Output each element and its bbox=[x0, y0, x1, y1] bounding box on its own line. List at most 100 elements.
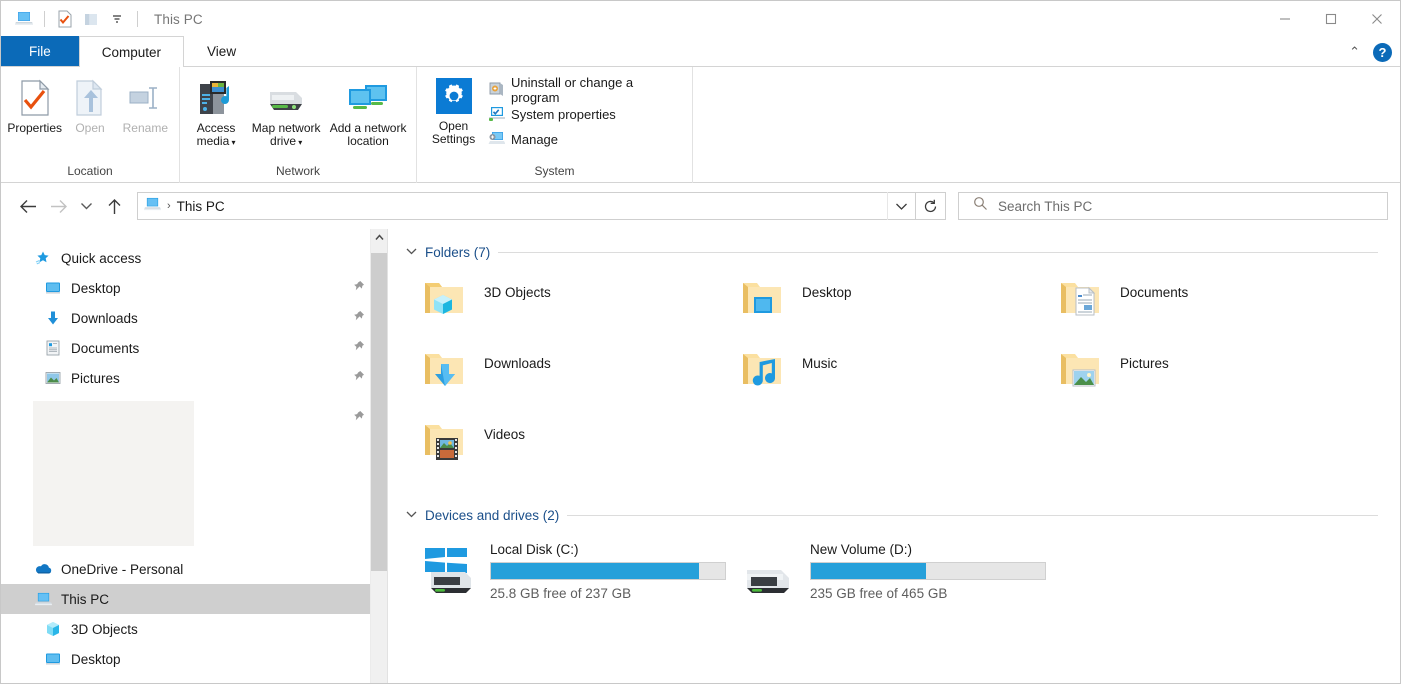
breadcrumb-separator[interactable]: › bbox=[167, 200, 171, 212]
group-title: Folders (7) bbox=[425, 245, 490, 260]
tab-computer[interactable]: Computer bbox=[79, 36, 184, 67]
onedrive-cloud-icon bbox=[33, 560, 53, 578]
open-settings-button[interactable]: Open Settings bbox=[423, 71, 484, 146]
new-folder-icon[interactable] bbox=[78, 7, 104, 31]
chevron-down-icon[interactable] bbox=[887, 192, 915, 220]
drives-grid: Local Disk (C:) 25.8 GB free of 237 GB bbox=[388, 530, 1400, 610]
drive-tile-new-volume-d[interactable]: New Volume (D:) 235 GB free of 465 GB bbox=[736, 538, 1056, 610]
drive-info: Local Disk (C:) 25.8 GB free of 237 GB bbox=[490, 538, 726, 601]
map-network-drive-button[interactable]: Map network drive ▾ bbox=[246, 71, 326, 148]
system-properties-button[interactable]: System properties bbox=[484, 102, 686, 127]
sidebar-item-desktop-2[interactable]: Desktop bbox=[1, 644, 387, 674]
sidebar-item-desktop[interactable]: Desktop bbox=[1, 273, 387, 303]
drive-usage-fill bbox=[491, 563, 699, 579]
drive-tile-local-disk-c[interactable]: Local Disk (C:) 25.8 GB free of 237 GB bbox=[416, 538, 736, 610]
sidebar-scrollbar[interactable] bbox=[370, 229, 387, 684]
uninstall-program-button[interactable]: Uninstall or change a program bbox=[484, 77, 686, 102]
folder-downloads-icon bbox=[416, 344, 474, 404]
navigation-pane: Quick access Desktop bbox=[1, 229, 387, 684]
documents-icon bbox=[43, 339, 63, 357]
sidebar-item-label: Quick access bbox=[61, 251, 141, 266]
breadcrumb-segment-this-pc[interactable]: This PC bbox=[177, 199, 225, 214]
sidebar-item-this-pc[interactable]: This PC bbox=[1, 584, 387, 614]
properties-icon[interactable] bbox=[52, 7, 78, 31]
pin-icon[interactable] bbox=[352, 410, 365, 428]
ribbon-group-location: Properties Open bbox=[1, 67, 180, 183]
sidebar-item-pictures[interactable]: Pictures bbox=[1, 363, 387, 393]
folder-tile-downloads[interactable]: Downloads bbox=[416, 344, 734, 415]
address-path-box[interactable]: › This PC bbox=[137, 192, 916, 220]
pin-icon[interactable] bbox=[352, 280, 365, 296]
map-network-drive-dropdown-icon[interactable]: ▾ bbox=[296, 138, 302, 147]
minimize-button[interactable] bbox=[1262, 1, 1308, 37]
back-arrow-icon[interactable] bbox=[13, 191, 43, 221]
refresh-icon[interactable] bbox=[916, 192, 946, 220]
folder-documents-icon bbox=[1052, 273, 1110, 333]
sidebar-item-downloads[interactable]: Downloads bbox=[1, 303, 387, 333]
sidebar-item-label: Desktop bbox=[71, 281, 121, 296]
sidebar-item-label: Documents bbox=[71, 341, 139, 356]
collapse-ribbon-icon[interactable]: ⌃ bbox=[1345, 44, 1364, 60]
drive-info: New Volume (D:) 235 GB free of 465 GB bbox=[810, 538, 1046, 601]
forward-arrow-icon[interactable] bbox=[43, 191, 73, 221]
tab-file[interactable]: File bbox=[1, 36, 79, 66]
add-network-location-label: Add a network bbox=[330, 121, 407, 135]
breadcrumb[interactable]: › This PC bbox=[144, 197, 233, 215]
3d-objects-icon bbox=[43, 620, 63, 638]
ribbon-tab-strip: File Computer View ⌃ ? bbox=[1, 37, 1400, 67]
group-header-folders[interactable]: Folders (7) bbox=[388, 237, 1400, 267]
chevron-down-icon[interactable] bbox=[406, 246, 417, 258]
pin-icon[interactable] bbox=[352, 340, 365, 356]
sidebar-item-3d-objects[interactable]: 3D Objects bbox=[1, 614, 387, 644]
ribbon: Properties Open bbox=[1, 67, 1400, 183]
chevron-down-icon[interactable] bbox=[406, 509, 417, 521]
ribbon-group-location-label: Location bbox=[1, 164, 179, 183]
group-divider bbox=[498, 252, 1378, 253]
sidebar-item-onedrive[interactable]: OneDrive - Personal bbox=[1, 554, 387, 584]
folder-tile-pictures[interactable]: Pictures bbox=[1052, 344, 1370, 415]
help-icon[interactable]: ? bbox=[1373, 43, 1392, 62]
maximize-button[interactable] bbox=[1308, 1, 1354, 37]
folder-tile-videos[interactable]: Videos bbox=[416, 415, 734, 486]
sidebar-item-placeholder[interactable] bbox=[1, 401, 387, 546]
customize-dropdown-icon[interactable] bbox=[104, 7, 130, 31]
access-media-dropdown-icon[interactable]: ▾ bbox=[229, 138, 235, 147]
search-icon bbox=[973, 196, 988, 216]
uninstall-program-label: Uninstall or change a program bbox=[511, 75, 682, 105]
manage-button[interactable]: Manage bbox=[484, 127, 686, 152]
uninstall-program-icon bbox=[488, 80, 505, 100]
sidebar-item-label: Pictures bbox=[71, 371, 120, 386]
access-media-button[interactable]: Access media ▾ bbox=[186, 71, 246, 148]
folder-tile-3d-objects[interactable]: 3D Objects bbox=[416, 273, 734, 344]
quick-access-star-icon bbox=[33, 249, 53, 267]
qat-separator-2 bbox=[137, 11, 138, 27]
pin-icon[interactable] bbox=[352, 310, 365, 326]
open-settings-label: Open bbox=[439, 119, 468, 133]
up-arrow-icon[interactable] bbox=[99, 191, 129, 221]
sidebar-item-label: Desktop bbox=[71, 652, 121, 667]
pin-icon[interactable] bbox=[352, 370, 365, 386]
folder-tile-desktop[interactable]: Desktop bbox=[734, 273, 1052, 344]
sidebar-item-quick-access[interactable]: Quick access bbox=[1, 243, 387, 273]
recent-locations-chevron-icon[interactable] bbox=[73, 191, 99, 221]
scroll-up-arrow-icon[interactable] bbox=[371, 229, 387, 246]
tab-view[interactable]: View bbox=[184, 36, 259, 66]
group-title: Devices and drives (2) bbox=[425, 508, 559, 523]
sidebar-item-documents[interactable]: Documents bbox=[1, 333, 387, 363]
window-title: This PC bbox=[154, 12, 203, 27]
add-network-location-button[interactable]: Add a network location bbox=[326, 71, 410, 148]
properties-button[interactable]: Properties bbox=[7, 71, 62, 135]
search-input[interactable]: Search This PC bbox=[958, 192, 1388, 220]
add-network-location-icon bbox=[345, 76, 391, 120]
drive-name: New Volume (D:) bbox=[810, 542, 1046, 557]
this-pc-icon[interactable] bbox=[11, 7, 37, 31]
rename-button[interactable]: Rename bbox=[118, 71, 173, 135]
folder-tile-music[interactable]: Music bbox=[734, 344, 1052, 415]
scrollbar-thumb[interactable] bbox=[371, 253, 387, 571]
group-header-devices[interactable]: Devices and drives (2) bbox=[388, 500, 1400, 530]
open-label: Open bbox=[75, 122, 104, 135]
drive-usage-fill bbox=[811, 563, 926, 579]
folder-tile-documents[interactable]: Documents bbox=[1052, 273, 1370, 344]
close-button[interactable] bbox=[1354, 1, 1400, 37]
open-button[interactable]: Open bbox=[62, 71, 117, 135]
